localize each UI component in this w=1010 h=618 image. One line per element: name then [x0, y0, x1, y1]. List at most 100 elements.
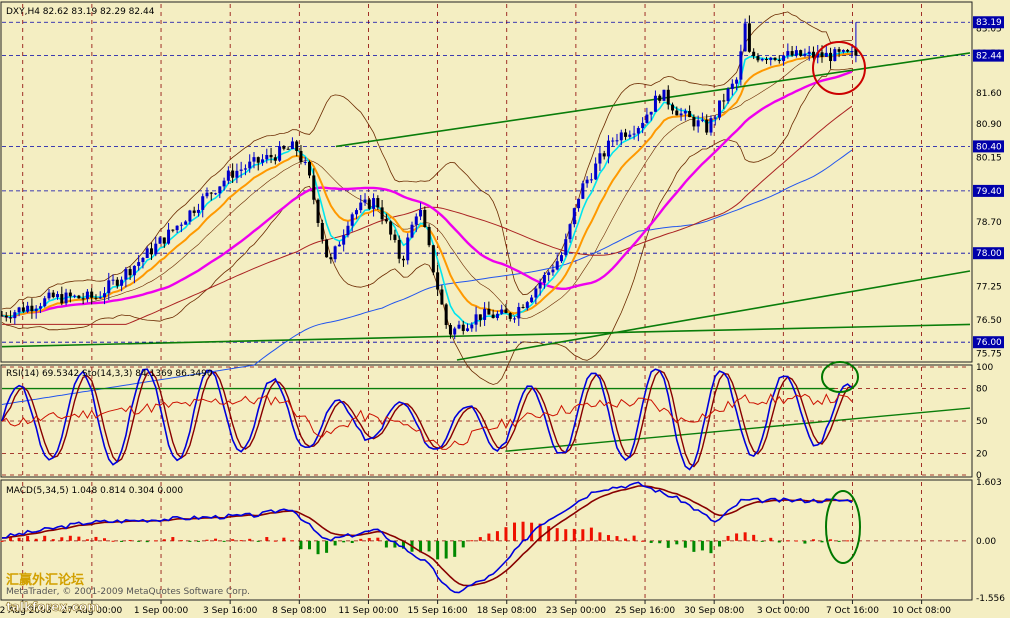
macd-histogram-bar — [350, 540, 354, 544]
candle-body — [120, 279, 124, 286]
macd-histogram-bar — [34, 538, 38, 541]
macd-histogram-bar — [735, 533, 739, 541]
candle-body — [594, 163, 598, 180]
macd-histogram-bar — [615, 536, 619, 541]
candle-body — [273, 157, 277, 161]
candle-body — [602, 153, 606, 157]
candle-body — [350, 214, 354, 226]
candle-body — [278, 146, 282, 161]
candle-body — [598, 153, 602, 164]
candle-body — [214, 193, 218, 195]
candle-body — [389, 221, 393, 235]
osc-level-label: 20 — [976, 449, 988, 459]
candle-body — [833, 49, 837, 62]
macd-histogram-bar — [760, 540, 764, 542]
candle-body — [794, 50, 798, 56]
price-marker-label: 83.19 — [976, 18, 1002, 28]
candle-body — [440, 289, 444, 305]
candle-body — [606, 140, 610, 157]
candle-body — [384, 219, 388, 222]
macd-histogram-bar — [769, 537, 773, 541]
macd-histogram-bar — [478, 537, 482, 541]
candle-body — [209, 192, 213, 194]
candle-body — [149, 248, 153, 255]
candle-body — [239, 169, 243, 171]
candle-body — [406, 237, 410, 261]
macd-tick-label: 1.603 — [976, 478, 1002, 488]
candle-body — [790, 51, 794, 56]
macd-histogram-bar — [521, 521, 525, 541]
candle-body — [222, 180, 226, 187]
candle-body — [401, 258, 405, 261]
candle-body — [679, 113, 683, 116]
macd-histogram-bar — [649, 540, 653, 543]
candle-body — [64, 292, 68, 304]
candle-body — [747, 23, 751, 52]
candle-body — [624, 132, 628, 137]
macd-histogram-bar — [487, 533, 491, 541]
macd-histogram-bar — [598, 532, 602, 541]
candle-body — [615, 140, 619, 142]
candle-body — [81, 298, 85, 300]
candle-body — [495, 313, 499, 319]
candle-body — [666, 89, 670, 105]
candle-body — [760, 59, 764, 61]
candle-body — [773, 57, 777, 60]
macd-histogram-bar — [837, 540, 841, 542]
macd-histogram-bar — [376, 537, 380, 541]
macd-histogram-bar — [43, 535, 47, 541]
macd-histogram-bar — [803, 540, 807, 544]
time-tick-label: 11 Sep 00:00 — [338, 606, 398, 616]
candle-body — [474, 314, 478, 325]
candle-body — [226, 170, 230, 181]
macd-histogram-bar — [572, 528, 576, 541]
candle-body — [17, 307, 21, 313]
candle-body — [34, 308, 38, 312]
candle-body — [585, 179, 589, 184]
time-tick-label: 18 Sep 08:00 — [477, 606, 537, 616]
candle-body — [124, 269, 128, 280]
candle-body — [577, 198, 581, 209]
candle-body — [513, 318, 517, 320]
candle-body — [782, 55, 786, 62]
candle-body — [128, 269, 132, 276]
macd-histogram-bar — [820, 540, 824, 543]
macd-histogram-bar — [68, 535, 72, 541]
macd-histogram-bar — [111, 540, 115, 542]
candle-body — [337, 244, 341, 247]
macd-histogram-bar — [162, 539, 166, 541]
candle-body — [90, 291, 94, 298]
candle-body — [380, 207, 384, 220]
candle-body — [103, 293, 107, 298]
osc-level-label: 50 — [976, 417, 988, 427]
candle-body — [572, 208, 576, 225]
time-tick-label: 8 Sep 08:00 — [272, 606, 327, 616]
candle-body — [645, 114, 649, 123]
time-tick-label: 3 Oct 00:00 — [757, 606, 810, 616]
macd-histogram-bar — [675, 540, 679, 545]
candle-body — [107, 280, 111, 294]
candle-body — [542, 274, 546, 283]
macd-histogram-bar — [231, 539, 235, 541]
candle-body — [431, 245, 435, 273]
candle-body — [243, 168, 247, 170]
candle-body — [730, 83, 734, 89]
macd-histogram-bar — [325, 540, 329, 553]
candle-body — [764, 59, 768, 61]
macd-histogram-bar — [718, 540, 722, 547]
candle-body — [803, 53, 807, 56]
candle-body — [538, 282, 542, 289]
macd-histogram-bar — [282, 537, 286, 541]
candle-body — [47, 292, 51, 299]
candle-body — [312, 175, 316, 200]
candle-body — [175, 225, 179, 231]
macd-histogram-bar — [120, 540, 124, 542]
candle-body — [419, 209, 423, 217]
time-tick-label: 7 Oct 16:00 — [826, 606, 879, 616]
macd-histogram-bar — [700, 540, 704, 551]
macd-histogram-bar — [564, 529, 568, 541]
candle-body — [115, 279, 119, 286]
macd-histogram-bar — [367, 537, 371, 541]
candle-body — [282, 146, 286, 149]
candle-body — [414, 216, 418, 225]
